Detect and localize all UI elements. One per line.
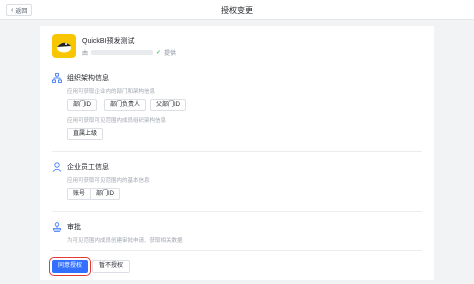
redacted-provider bbox=[91, 50, 154, 55]
section-org-structure: 组织架构信息 应用可获取企业内的部门和架构信息 部门ID 部门负责人 父部门ID… bbox=[52, 72, 422, 144]
permission-tag: 部门ID bbox=[90, 188, 121, 200]
section-title: 审批 bbox=[67, 224, 81, 231]
app-name: QuickBI预发测试 bbox=[82, 38, 135, 45]
provider-suffix: 提供 bbox=[164, 51, 177, 57]
app-info: QuickBI预发测试 由 ✓ 提供 bbox=[52, 34, 422, 58]
decline-authorize-button[interactable]: 暂不授权 bbox=[92, 260, 131, 273]
page-title: 授权变更 bbox=[221, 6, 253, 15]
app-provider: 由 ✓ 提供 bbox=[82, 48, 176, 57]
approval-stamp-icon bbox=[53, 222, 61, 232]
bird-logo-icon bbox=[57, 42, 71, 53]
section-desc: 应用可获取企业内的部门和架构信息 bbox=[67, 89, 156, 95]
permission-tag: 账号 bbox=[67, 188, 92, 200]
permission-tag: 父部门ID bbox=[150, 99, 187, 111]
agree-authorize-button[interactable]: 同意授权 bbox=[48, 257, 92, 276]
divider bbox=[52, 151, 422, 152]
shield-check-icon: ✓ bbox=[156, 50, 162, 56]
permission-tag: 部门负责人 bbox=[104, 99, 147, 111]
person-icon bbox=[52, 162, 62, 172]
permission-tag: 部门ID bbox=[67, 99, 98, 111]
section-desc: 应用可获取可见范围内成员组织架构信息 bbox=[67, 118, 167, 124]
section-title: 组织架构信息 bbox=[67, 75, 109, 82]
section-employee-info: 企业员工信息 应用可获取可见范围内的基本信息 账号 部门ID bbox=[52, 161, 422, 203]
provider-prefix: 由 bbox=[82, 51, 89, 57]
top-bar: ‹ 返回 授权变更 bbox=[0, 0, 474, 20]
section-desc: 应用可获取可见范围内的基本信息 bbox=[67, 178, 150, 184]
app-logo bbox=[52, 34, 76, 58]
section-title: 企业员工信息 bbox=[67, 164, 109, 171]
section-approval: 审批 为可见范围内成员创建审批申请、获取相关数据 bbox=[52, 221, 422, 247]
auth-card: QuickBI预发测试 由 ✓ 提供 组织架构信息 应用可获取企业内的部门和架构… bbox=[40, 26, 434, 280]
section-desc: 为可见范围内成员创建审批申请、获取相关数据 bbox=[67, 238, 183, 244]
divider bbox=[52, 250, 422, 251]
divider bbox=[52, 211, 422, 212]
org-chart-icon bbox=[52, 73, 62, 83]
permission-tag: 直属上级 bbox=[67, 128, 104, 140]
